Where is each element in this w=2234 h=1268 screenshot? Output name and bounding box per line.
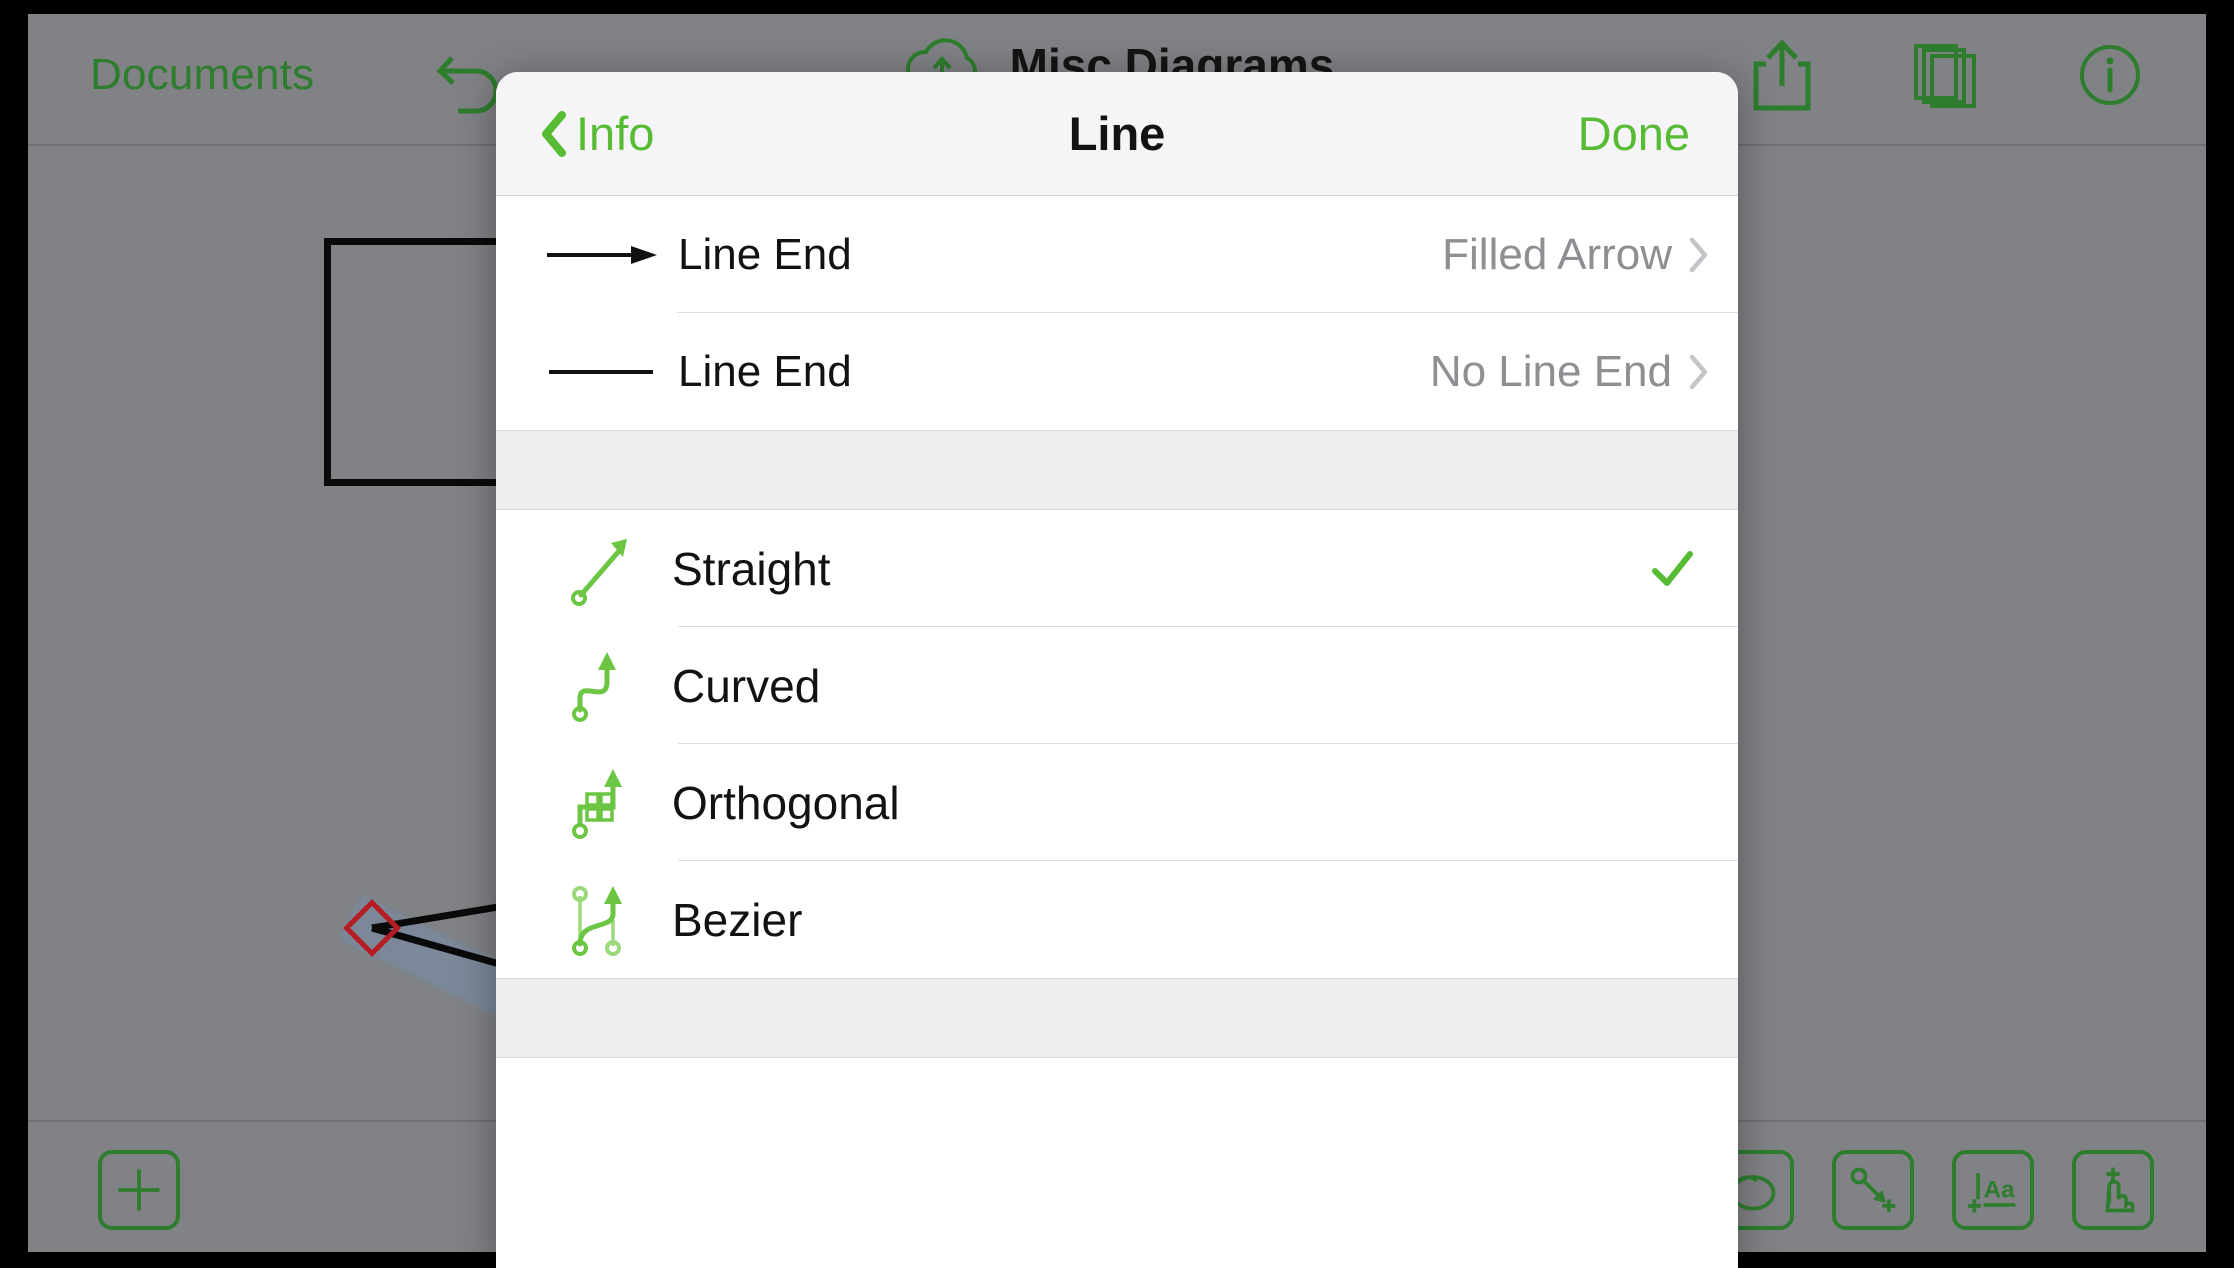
touch-add-icon[interactable] (2072, 1150, 2154, 1230)
svg-text:Aa: Aa (1984, 1176, 2016, 1203)
plain-line-end-icon (532, 360, 678, 384)
line-end-label: Line End (678, 229, 852, 279)
bottom-toolbar-right: Aa (1712, 1150, 2154, 1230)
done-button[interactable]: Done (1578, 106, 1690, 161)
line-type-straight[interactable]: Straight (496, 510, 1738, 627)
share-icon[interactable] (1746, 36, 1818, 114)
line-type-label: Curved (672, 659, 821, 712)
popover-title: Line (1068, 107, 1166, 160)
arrow-line-end-icon (532, 243, 678, 267)
popover-navbar: Info Line Done (496, 72, 1738, 196)
line-end-row-start[interactable]: Line End Filled Arrow (496, 196, 1738, 313)
chevron-left-icon (540, 110, 566, 157)
line-end-value: No Line End (1429, 346, 1672, 396)
back-to-info-button[interactable]: Info (540, 106, 654, 161)
line-type-orthogonal[interactable]: Orthogonal (496, 744, 1738, 861)
line-end-group: Line End Filled Arrow Line End No Line E… (496, 196, 1738, 430)
bottom-toolbar-left (98, 1150, 180, 1230)
line-type-label: Orthogonal (672, 776, 900, 829)
line-type-bezier[interactable]: Bezier (496, 861, 1738, 978)
line-type-group: Straight Curved Orthogonal Bezier (496, 510, 1738, 978)
plus-square-icon[interactable] (98, 1150, 180, 1230)
line-end-value: Filled Arrow (1442, 229, 1672, 279)
section-gap-top (496, 430, 1738, 510)
line-type-label: Bezier (672, 893, 803, 946)
line-add-icon[interactable] (1832, 1150, 1914, 1230)
layers-icon[interactable] (1910, 36, 1982, 114)
chevron-right-icon (1688, 237, 1708, 273)
orthogonal-line-icon (532, 763, 672, 843)
top-toolbar-actions (1746, 36, 2146, 114)
line-type-curved[interactable]: Curved (496, 627, 1738, 744)
straight-line-icon (532, 529, 672, 609)
curved-line-icon (532, 646, 672, 726)
chevron-right-icon (1688, 354, 1708, 390)
checkmark-icon (1650, 547, 1694, 591)
back-label: Info (576, 107, 655, 160)
popover-footer-area (496, 1058, 1738, 1148)
line-end-label: Line End (678, 346, 852, 396)
text-add-icon[interactable]: Aa (1952, 1150, 2034, 1230)
section-gap-bottom (496, 978, 1738, 1058)
bezier-line-icon (532, 880, 672, 960)
screen: Documents Misc Diagrams Aa Info Line Don… (0, 0, 2234, 1268)
line-settings-popover: Info Line Done Line End Filled Arrow Lin… (496, 72, 1738, 1268)
line-type-label: Straight (672, 542, 831, 595)
info-circle-icon[interactable] (2074, 36, 2146, 114)
line-end-row-finish[interactable]: Line End No Line End (496, 313, 1738, 430)
